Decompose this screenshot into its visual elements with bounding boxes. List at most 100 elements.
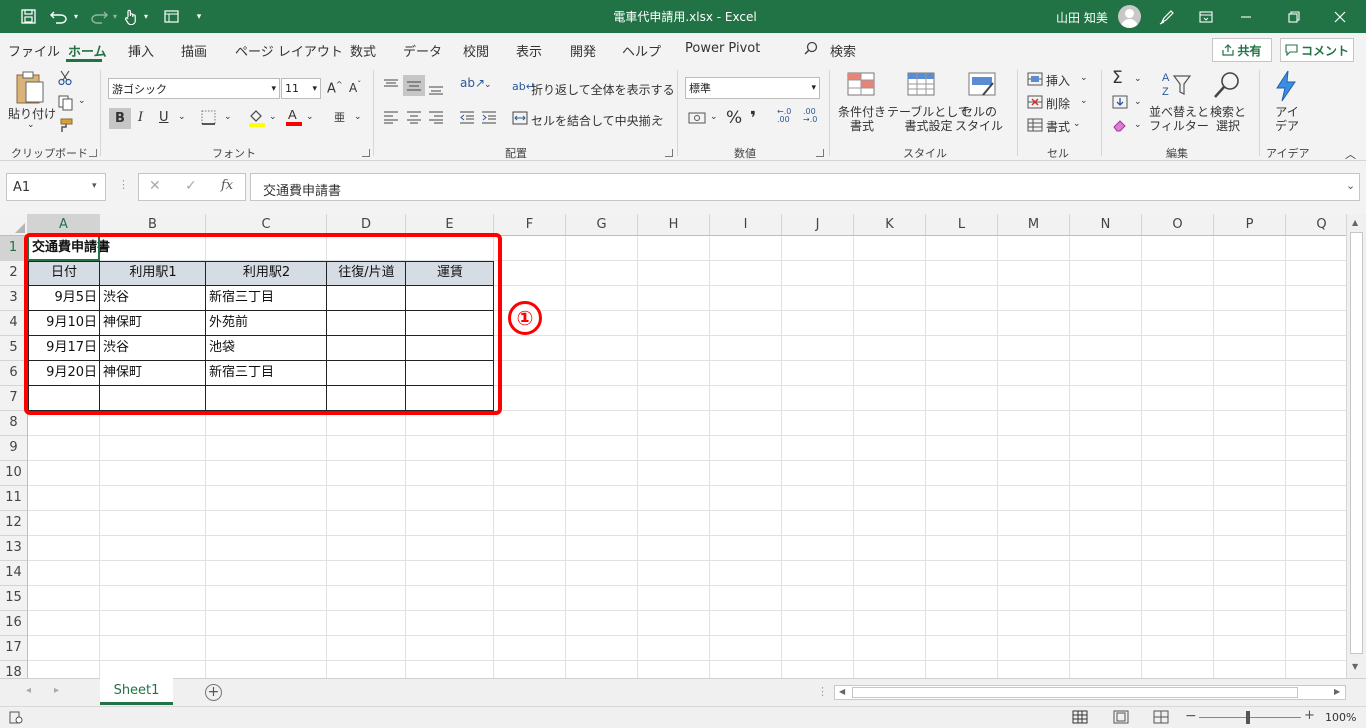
autosum-button[interactable]: Σ <box>1112 68 1123 88</box>
underline-dropdown-icon[interactable]: ⌄ <box>178 112 186 122</box>
font-launcher-icon[interactable] <box>362 149 370 157</box>
redo-dropdown-icon[interactable]: ▾ <box>111 7 119 26</box>
decrease-indent-icon[interactable] <box>459 110 475 127</box>
accounting-format-icon[interactable] <box>688 111 706 128</box>
scroll-down-icon[interactable]: ▼ <box>1352 662 1358 671</box>
restore-icon[interactable] <box>1284 7 1304 26</box>
worksheet-grid[interactable]: A B C D E F G H I J K L M N O P Q 1 2 3 4 5 6 7 8 9 10 11 12 13 14 15 16… <box>0 214 1346 678</box>
vertical-scrollbar[interactable]: ▲ ▼ <box>1346 214 1366 678</box>
align-left-icon[interactable] <box>383 110 399 127</box>
formula-bar-grip-icon[interactable]: ⋮ <box>118 178 129 191</box>
borders-icon[interactable] <box>201 110 216 128</box>
row-header[interactable]: 16 <box>0 611 28 636</box>
avatar[interactable] <box>1118 5 1141 28</box>
search-icon[interactable] <box>804 41 818 59</box>
macro-record-icon[interactable] <box>9 711 23 727</box>
enter-icon[interactable]: ✓ <box>185 178 197 194</box>
tab-data[interactable]: データ <box>403 41 442 60</box>
conditional-format-icon[interactable] <box>846 71 876 100</box>
ribbon-display-icon[interactable] <box>1196 7 1216 26</box>
ideas-button[interactable]: アイ デア <box>1275 105 1299 133</box>
sort-filter-button[interactable]: 並べ替えと フィルター <box>1149 105 1209 133</box>
page-layout-view-icon[interactable] <box>1113 710 1129 727</box>
align-middle-icon[interactable] <box>403 75 425 96</box>
vertical-scroll-thumb[interactable] <box>1350 232 1363 654</box>
insert-function-icon[interactable]: fx <box>221 178 233 193</box>
horizontal-scroll-thumb[interactable] <box>852 687 1298 698</box>
minimize-icon[interactable] <box>1236 7 1256 26</box>
percent-button[interactable]: % <box>726 108 742 128</box>
name-box-dropdown-icon[interactable]: ▾ <box>92 181 97 191</box>
increase-decimal-icon[interactable]: ←.0.00 <box>777 108 791 124</box>
row-header[interactable]: 8 <box>0 411 28 436</box>
normal-view-icon[interactable] <box>1072 710 1088 727</box>
merge-center-button[interactable]: セルを結合して中央揃え <box>531 112 663 129</box>
zoom-in-icon[interactable]: + <box>1304 708 1315 723</box>
tab-developer[interactable]: 開発 <box>570 41 596 60</box>
formula-input[interactable]: 交通費申請書 <box>250 173 1360 201</box>
ideas-icon[interactable] <box>1273 70 1299 105</box>
touch-dropdown-icon[interactable]: ▾ <box>142 7 150 26</box>
orientation-icon[interactable]: ab↗ <box>460 76 485 90</box>
comma-button[interactable]: ❜ <box>750 108 756 129</box>
column-header[interactable]: O <box>1142 214 1214 236</box>
orientation-dropdown-icon[interactable]: ⌄ <box>484 80 492 90</box>
column-header[interactable]: H <box>638 214 710 236</box>
number-format-select[interactable]: 標準 ▾ <box>685 77 820 99</box>
number-launcher-icon[interactable] <box>816 149 824 157</box>
phonetic-icon[interactable]: 亜 <box>334 109 345 125</box>
save-icon[interactable] <box>18 7 38 26</box>
clipboard-launcher-icon[interactable] <box>89 149 97 157</box>
customize-qat-icon[interactable]: ▾ <box>192 7 206 26</box>
sort-filter-icon[interactable]: AZ <box>1160 70 1192 103</box>
tab-file[interactable]: ファイル <box>8 41 60 60</box>
autosum-dropdown-icon[interactable]: ⌄ <box>1134 74 1142 84</box>
row-header[interactable]: 13 <box>0 536 28 561</box>
decrease-font-icon[interactable]: Aˇ <box>349 80 361 95</box>
delete-cells-button[interactable]: 削除 <box>1046 95 1070 112</box>
tab-view[interactable]: 表示 <box>516 41 542 60</box>
expand-formula-icon[interactable]: ⌄ <box>1346 179 1355 192</box>
underline-button[interactable]: U <box>159 110 169 125</box>
cut-icon[interactable] <box>58 70 72 89</box>
bold-button[interactable]: B <box>109 108 131 129</box>
column-header[interactable]: M <box>998 214 1070 236</box>
delete-cells-icon[interactable] <box>1027 95 1043 112</box>
column-header[interactable]: J <box>782 214 854 236</box>
insert-dropdown-icon[interactable]: ⌄ <box>1080 73 1088 83</box>
format-cells-button[interactable]: 書式 <box>1046 118 1070 135</box>
align-bottom-icon[interactable] <box>428 82 444 99</box>
merge-center-icon[interactable] <box>512 111 528 128</box>
comments-button[interactable]: コメント <box>1280 38 1354 62</box>
insert-cells-icon[interactable] <box>1027 72 1043 89</box>
alignment-launcher-icon[interactable] <box>665 149 673 157</box>
scroll-right-icon[interactable]: ▶ <box>1334 687 1340 696</box>
increase-indent-icon[interactable] <box>481 110 497 127</box>
align-right-icon[interactable] <box>428 110 444 127</box>
paste-icon[interactable] <box>14 70 46 109</box>
decrease-decimal-icon[interactable]: .00 →.0 <box>803 108 817 124</box>
font-color-icon[interactable]: A <box>285 107 303 130</box>
column-header[interactable]: N <box>1070 214 1142 236</box>
merge-dropdown-icon[interactable]: ⌄ <box>657 113 665 123</box>
form-icon[interactable] <box>161 7 181 26</box>
phonetic-dropdown-icon[interactable]: ⌄ <box>354 112 362 122</box>
align-center-icon[interactable] <box>406 110 422 127</box>
add-sheet-icon[interactable]: + <box>205 684 222 701</box>
find-select-icon[interactable] <box>1212 70 1242 103</box>
align-top-icon[interactable] <box>383 78 399 95</box>
tab-formulas[interactable]: 数式 <box>350 41 376 60</box>
undo-dropdown-icon[interactable]: ▾ <box>72 7 80 26</box>
format-painter-icon[interactable] <box>58 118 74 137</box>
column-header[interactable]: P <box>1214 214 1286 236</box>
insert-cells-button[interactable]: 挿入 <box>1046 72 1070 89</box>
redo-icon[interactable] <box>88 7 110 26</box>
select-all-corner[interactable] <box>0 214 28 236</box>
row-header[interactable]: 11 <box>0 486 28 511</box>
close-icon[interactable] <box>1330 7 1350 26</box>
font-color-dropdown-icon[interactable]: ⌄ <box>306 112 314 122</box>
page-break-view-icon[interactable] <box>1153 710 1169 727</box>
fill-color-dropdown-icon[interactable]: ⌄ <box>269 112 277 122</box>
cell-styles-button[interactable]: セルの スタイル <box>955 105 1003 133</box>
italic-button[interactable]: I <box>138 110 143 125</box>
